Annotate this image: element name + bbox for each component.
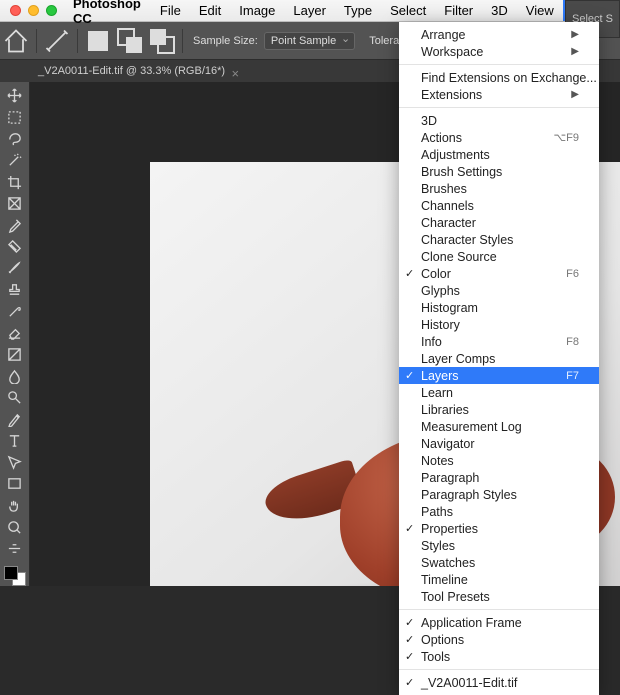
sample-size-select[interactable]: Point Sample xyxy=(264,32,355,50)
menu-item-clone-source[interactable]: Clone Source xyxy=(399,248,599,265)
menu-item-workspace[interactable]: Workspace▶ xyxy=(399,43,599,60)
tool-stamp[interactable] xyxy=(3,280,27,300)
menu-item-swatches[interactable]: Swatches xyxy=(399,554,599,571)
menu-item-channels[interactable]: Channels xyxy=(399,197,599,214)
window-menu-dropdown: Arrange▶Workspace▶ Find Extensions on Exc… xyxy=(399,22,599,695)
menu-item-color[interactable]: ✓ColorF6 xyxy=(399,265,599,282)
document-tab-title: _V2A0011-Edit.tif @ 33.3% (RGB/16*) xyxy=(38,65,225,77)
menu-item-histogram[interactable]: Histogram xyxy=(399,299,599,316)
tool-rect[interactable] xyxy=(3,474,27,494)
menu-type[interactable]: Type xyxy=(335,0,381,21)
menu-item-notes[interactable]: Notes xyxy=(399,452,599,469)
menu-item-timeline[interactable]: Timeline xyxy=(399,571,599,588)
menu-item-tool-presets[interactable]: Tool Presets xyxy=(399,588,599,605)
tool-hand[interactable] xyxy=(3,496,27,516)
menu-item-character[interactable]: Character xyxy=(399,214,599,231)
menu-item-paths[interactable]: Paths xyxy=(399,503,599,520)
close-tab-icon[interactable]: × xyxy=(231,66,239,81)
tools-panel xyxy=(0,82,30,586)
menu-select[interactable]: Select xyxy=(381,0,435,21)
menu-item-learn[interactable]: Learn xyxy=(399,384,599,401)
menu-item-arrange[interactable]: Arrange▶ xyxy=(399,26,599,43)
app-name[interactable]: Photoshop CC xyxy=(67,0,151,26)
menu-image[interactable]: Image xyxy=(230,0,284,21)
tool-zoom[interactable] xyxy=(3,517,27,537)
menu-item-options[interactable]: ✓Options xyxy=(399,631,599,648)
traffic-lights xyxy=(0,5,67,16)
tool-dodge[interactable] xyxy=(3,388,27,408)
menu-file[interactable]: File xyxy=(151,0,190,21)
menu-item-properties[interactable]: ✓Properties xyxy=(399,520,599,537)
menu-3d[interactable]: 3D xyxy=(482,0,517,21)
tool-eraser[interactable] xyxy=(3,323,27,343)
menu-item-adjustments[interactable]: Adjustments xyxy=(399,146,599,163)
menu-item--v2a0011-edit-tif[interactable]: ✓_V2A0011-Edit.tif xyxy=(399,674,599,691)
tool-move[interactable] xyxy=(3,86,27,106)
menu-filter[interactable]: Filter xyxy=(435,0,482,21)
menu-item-styles[interactable]: Styles xyxy=(399,537,599,554)
tool-marquee[interactable] xyxy=(3,108,27,128)
tool-type[interactable] xyxy=(3,431,27,451)
menu-layer[interactable]: Layer xyxy=(284,0,335,21)
tool-gradient[interactable] xyxy=(3,345,27,365)
menu-item-layer-comps[interactable]: Layer Comps xyxy=(399,350,599,367)
menu-item-layers[interactable]: ✓LayersF7 xyxy=(399,367,599,384)
menu-item-glyphs[interactable]: Glyphs xyxy=(399,282,599,299)
menu-item-info[interactable]: InfoF8 xyxy=(399,333,599,350)
menu-item-brushes[interactable]: Brushes xyxy=(399,180,599,197)
home-icon[interactable] xyxy=(2,27,30,55)
menu-item-paragraph-styles[interactable]: Paragraph Styles xyxy=(399,486,599,503)
sample-size-label: Sample Size: xyxy=(193,35,258,47)
tool-wand[interactable] xyxy=(3,151,27,171)
minimize-window-button[interactable] xyxy=(28,5,39,16)
tool-patch[interactable] xyxy=(3,237,27,257)
tool-history[interactable] xyxy=(3,302,27,322)
tool-brush[interactable] xyxy=(3,259,27,279)
tool-pen[interactable] xyxy=(3,409,27,429)
color-swatches[interactable] xyxy=(4,566,26,586)
menu-item-find-extensions-on-exchange-[interactable]: Find Extensions on Exchange... xyxy=(399,69,599,86)
mac-menubar: Photoshop CC FileEditImageLayerTypeSelec… xyxy=(0,0,620,22)
menu-item-measurement-log[interactable]: Measurement Log xyxy=(399,418,599,435)
new-selection-icon[interactable] xyxy=(84,27,112,55)
menu-item-navigator[interactable]: Navigator xyxy=(399,435,599,452)
menu-item-history[interactable]: History xyxy=(399,316,599,333)
menu-item-tools[interactable]: ✓Tools xyxy=(399,648,599,665)
wand-tool-icon[interactable] xyxy=(43,27,71,55)
menu-item-brush-settings[interactable]: Brush Settings xyxy=(399,163,599,180)
document-tab[interactable]: × _V2A0011-Edit.tif @ 33.3% (RGB/16*) xyxy=(30,65,241,77)
add-selection-icon[interactable] xyxy=(116,27,144,55)
tool-lasso[interactable] xyxy=(3,129,27,149)
menu-item-application-frame[interactable]: ✓Application Frame xyxy=(399,614,599,631)
tool-editbar[interactable] xyxy=(3,539,27,559)
menu-item-libraries[interactable]: Libraries xyxy=(399,401,599,418)
menu-item-paragraph[interactable]: Paragraph xyxy=(399,469,599,486)
tool-eyedropper[interactable] xyxy=(3,215,27,235)
tool-frame[interactable] xyxy=(3,194,27,214)
menu-item-3d[interactable]: 3D xyxy=(399,112,599,129)
tool-blur[interactable] xyxy=(3,366,27,386)
zoom-window-button[interactable] xyxy=(46,5,57,16)
tool-path[interactable] xyxy=(3,453,27,473)
menu-edit[interactable]: Edit xyxy=(190,0,230,21)
menu-item-extensions[interactable]: Extensions▶ xyxy=(399,86,599,103)
close-window-button[interactable] xyxy=(10,5,21,16)
menu-item-actions[interactable]: Actions⌥F9 xyxy=(399,129,599,146)
menu-item-character-styles[interactable]: Character Styles xyxy=(399,231,599,248)
menu-view[interactable]: View xyxy=(517,0,563,21)
tool-crop[interactable] xyxy=(3,172,27,192)
subtract-selection-icon[interactable] xyxy=(148,27,176,55)
